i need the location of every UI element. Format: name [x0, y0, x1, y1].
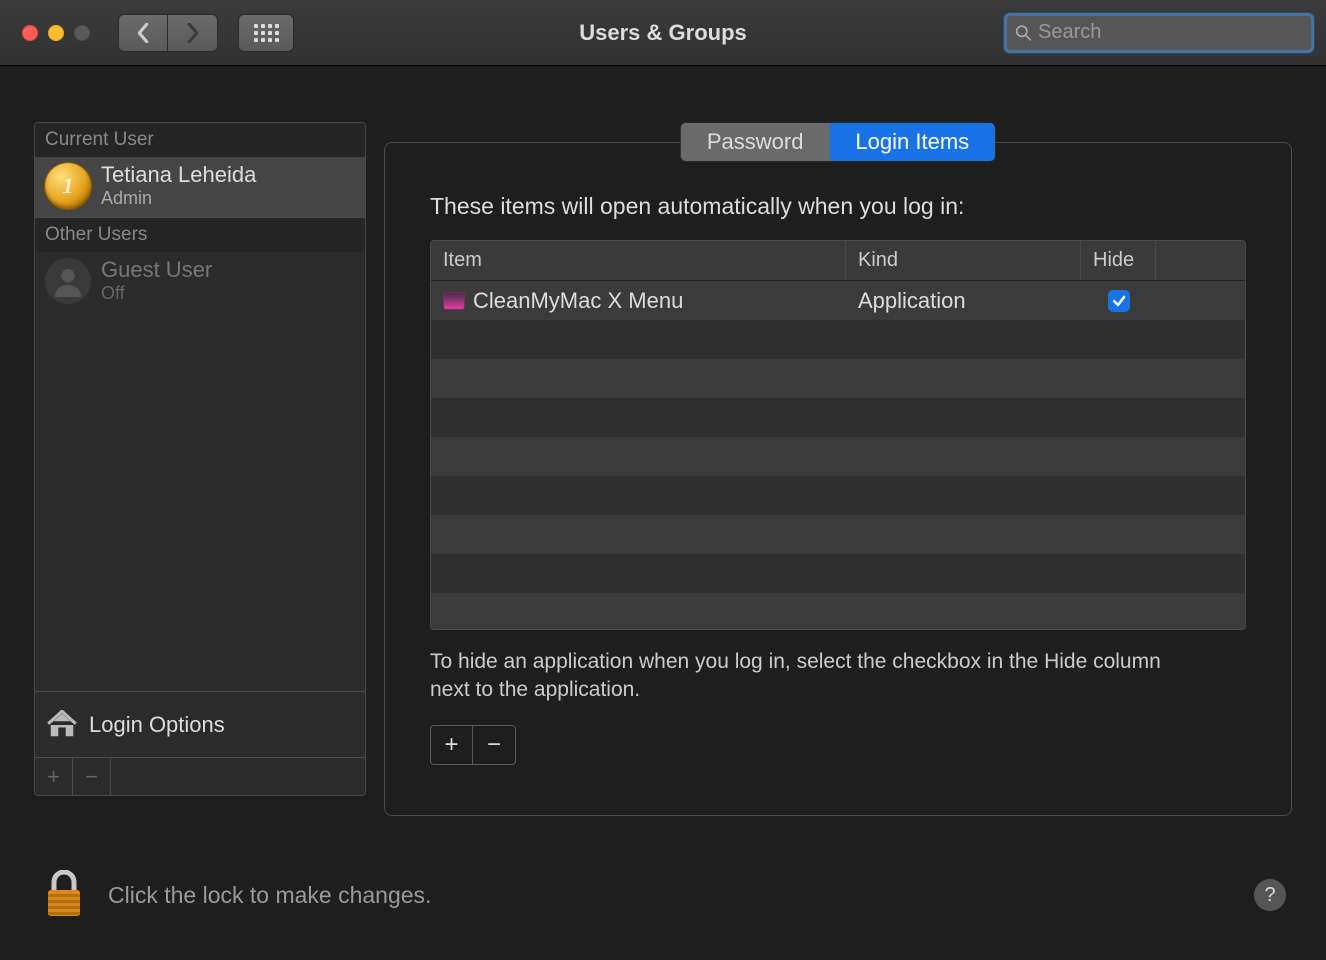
zoom-window-button[interactable] — [74, 25, 90, 41]
guest-user-role: Off — [101, 283, 212, 304]
login-items-panel: These items will open automatically when… — [384, 142, 1292, 816]
remove-item-button[interactable]: − — [473, 726, 515, 764]
column-spacer — [1156, 241, 1245, 280]
window-controls — [22, 25, 90, 41]
nav-buttons — [118, 14, 218, 52]
current-user-header: Current User — [35, 123, 365, 157]
lock-button[interactable] — [40, 870, 88, 920]
table-row — [431, 320, 1245, 359]
table-row — [431, 359, 1245, 398]
table-body: CleanMyMac X Menu Application — [431, 281, 1245, 630]
hide-hint-text: To hide an application when you log in, … — [430, 648, 1170, 705]
current-user-row[interactable]: 1 Tetiana Leheida Admin — [35, 157, 365, 217]
current-user-role: Admin — [101, 188, 256, 209]
chevron-right-icon — [186, 23, 200, 43]
forward-button[interactable] — [168, 14, 218, 52]
chevron-left-icon — [136, 23, 150, 43]
guest-avatar-icon — [45, 258, 91, 304]
show-all-button[interactable] — [238, 14, 294, 52]
search-field[interactable] — [1004, 13, 1314, 53]
users-sidebar: Current User 1 Tetiana Leheida Admin Oth… — [34, 122, 366, 796]
tab-login-items[interactable]: Login Items — [829, 123, 995, 161]
add-user-button[interactable]: + — [35, 758, 73, 795]
item-name: CleanMyMac X Menu — [473, 288, 683, 314]
column-item[interactable]: Item — [431, 241, 846, 280]
table-row — [431, 554, 1245, 593]
main-panel: Password Login Items These items will op… — [384, 122, 1292, 816]
hide-checkbox[interactable] — [1108, 290, 1130, 312]
remove-user-button[interactable]: − — [73, 758, 111, 795]
table-row — [431, 437, 1245, 476]
app-icon — [443, 292, 465, 310]
minimize-window-button[interactable] — [48, 25, 64, 41]
search-input[interactable] — [1038, 21, 1303, 44]
close-window-button[interactable] — [22, 25, 38, 41]
login-options-row[interactable]: Login Options — [35, 691, 365, 757]
item-add-remove: + − — [430, 725, 516, 765]
add-item-button[interactable]: + — [431, 726, 473, 764]
login-options-label: Login Options — [89, 712, 225, 738]
tab-password[interactable]: Password — [681, 123, 830, 161]
lock-icon — [44, 870, 84, 920]
sidebar-add-remove: + − — [35, 757, 365, 795]
admin-medal-icon: 1 — [45, 163, 91, 209]
guest-user-row[interactable]: Guest User Off — [35, 252, 365, 312]
table-row — [431, 476, 1245, 515]
item-kind: Application — [846, 288, 1081, 314]
column-kind[interactable]: Kind — [846, 241, 1081, 280]
panel-heading: These items will open automatically when… — [430, 193, 1246, 220]
current-user-name: Tetiana Leheida — [101, 163, 256, 187]
search-icon — [1015, 23, 1032, 43]
guest-user-name: Guest User — [101, 258, 212, 282]
table-row — [431, 593, 1245, 630]
tab-bar: Password Login Items — [680, 122, 996, 162]
home-icon — [47, 710, 77, 740]
table-row[interactable]: CleanMyMac X Menu Application — [431, 281, 1245, 320]
login-items-table: Item Kind Hide CleanMyMac X Menu Applica… — [430, 240, 1246, 630]
table-row — [431, 515, 1245, 554]
footer: Click the lock to make changes. ? — [0, 830, 1326, 960]
grid-icon — [254, 24, 279, 42]
back-button[interactable] — [118, 14, 168, 52]
table-header: Item Kind Hide — [431, 241, 1245, 281]
column-hide[interactable]: Hide — [1081, 241, 1156, 280]
other-users-header: Other Users — [35, 217, 365, 252]
checkmark-icon — [1111, 293, 1127, 309]
help-button[interactable]: ? — [1254, 879, 1286, 911]
table-row — [431, 398, 1245, 437]
toolbar: Users & Groups — [0, 0, 1326, 66]
lock-text: Click the lock to make changes. — [108, 882, 431, 909]
